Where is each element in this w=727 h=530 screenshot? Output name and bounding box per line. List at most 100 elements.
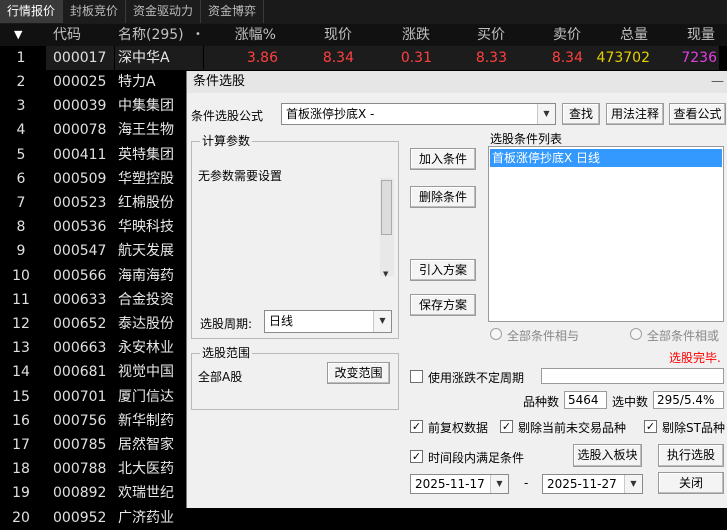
stock-name: 欢瑞世纪 (118, 485, 174, 502)
col-price[interactable]: 现价 (300, 24, 352, 46)
stock-name: 永安林业 (118, 340, 174, 357)
chevron-down-icon[interactable]: ▼ (537, 104, 555, 124)
last-price: 8.34 (280, 46, 356, 70)
total-volume: 473702 (585, 46, 652, 70)
stock-name: 英特集团 (118, 146, 174, 163)
formula-select[interactable]: 首板涨停抄底X - ▼ (281, 103, 556, 125)
usage-notes-button[interactable]: 用法注释 (606, 103, 664, 125)
date-to-value: 2025-11-27 (547, 477, 617, 491)
use-uncertain-period-checkbox[interactable] (410, 370, 423, 383)
count-value: 5464 (564, 391, 607, 409)
stock-name: 红棉股份 (118, 195, 174, 211)
condition-list[interactable]: 首板涨停抄底X 日线 (488, 146, 724, 322)
to-block-button[interactable]: 选股入板块 (573, 444, 642, 467)
remove-suspended-checkbox[interactable]: ✓ (500, 420, 513, 433)
dialog-close-icon[interactable]: — (711, 71, 724, 93)
col-code[interactable]: 代码 (53, 24, 81, 46)
save-plan-button[interactable]: 保存方案 (410, 294, 476, 316)
chevron-down-icon[interactable]: ▼ (373, 311, 391, 332)
stock-code: 000756 (53, 412, 107, 429)
tab-fund-drive[interactable]: 资金驱动力 (126, 0, 201, 23)
restore-rights-checkbox[interactable]: ✓ (410, 420, 423, 433)
period-select[interactable]: 日线 ▼ (264, 310, 392, 333)
delete-condition-button[interactable]: 删除条件 (410, 186, 476, 208)
stock-code: 000788 (53, 461, 107, 478)
close-button[interactable]: 关闭 (658, 472, 724, 494)
stock-code: 000633 (53, 291, 107, 308)
or-radio-label: 全部条件相或 (647, 329, 720, 343)
scroll-down-icon[interactable]: ▼ (383, 270, 388, 278)
col-now-volume[interactable]: 现量 (670, 24, 715, 46)
scroll-thumb[interactable] (381, 180, 392, 235)
stock-name: 合金投资 (118, 291, 174, 308)
condition-stock-dialog: 条件选股 — 条件选股公式 首板涨停抄底X - ▼ 查找 用法注释 查看公式 计… (186, 71, 727, 508)
stock-name: 新华制药 (118, 412, 174, 429)
tab-fund-game[interactable]: 资金博弈 (201, 0, 264, 23)
stock-code: 000536 (53, 219, 107, 236)
and-radio-label: 全部条件相与 (507, 329, 580, 343)
table-row[interactable]: 20 000952 广济药业 (0, 506, 727, 530)
stock-name: 居然智家 (118, 437, 174, 453)
use-uncertain-period-label: 使用涨跌不定周期 (428, 371, 525, 385)
remove-st-checkbox[interactable]: ✓ (644, 420, 657, 433)
params-group: 计算参数 无参数需要设置 ▼ 选股周期: 日线 ▼ (191, 134, 399, 339)
stock-name: 特力A (118, 74, 156, 90)
row-number: 8 (16, 219, 26, 236)
stock-code: 000509 (53, 170, 107, 187)
find-button[interactable]: 查找 (562, 103, 600, 125)
stock-name: 海南海药 (118, 267, 174, 284)
stock-code: 000652 (53, 316, 107, 332)
row-number: 20 (12, 509, 30, 526)
stock-name: 海王生物 (118, 122, 174, 139)
row-number: 5 (16, 146, 26, 163)
col-name[interactable]: 名称(295) (118, 24, 184, 46)
table-row[interactable]: 1 000017 深中华A 3.86 8.34 0.31 8.33 8.34 4… (0, 46, 727, 70)
row-number: 18 (12, 461, 30, 478)
col-volume[interactable]: 总量 (600, 24, 648, 46)
and-radio[interactable] (490, 328, 502, 340)
current-volume: 7236 (652, 46, 719, 70)
stock-name: 华塑控股 (118, 170, 174, 187)
row-number: 2 (16, 74, 26, 90)
time-period-checkbox[interactable]: ✓ (410, 450, 423, 463)
col-ask[interactable]: 卖价 (534, 24, 581, 46)
stock-name: 深中华A (115, 46, 203, 70)
date-to-picker[interactable]: 2025-11-27 ▼ (542, 474, 643, 494)
chevron-down-icon[interactable]: ▼ (624, 475, 642, 493)
tab-seal-auction[interactable]: 封板竞价 (63, 0, 126, 23)
col-pct[interactable]: 涨幅% (220, 24, 276, 46)
ask-price: 8.34 (509, 46, 585, 70)
sort-marker-icon[interactable]: ▼ (14, 24, 22, 46)
import-plan-button[interactable]: 引入方案 (410, 259, 476, 281)
bid-price: 8.33 (434, 46, 509, 70)
run-selection-button[interactable]: 执行选股 (658, 444, 724, 467)
change-range-button[interactable]: 改变范围 (327, 362, 390, 384)
row-number: 1 (16, 50, 26, 66)
row-number: 6 (16, 170, 26, 187)
dialog-titlebar[interactable]: 条件选股 — (187, 71, 727, 93)
row-number: 15 (12, 388, 30, 405)
remove-suspended-label: 剔除当前未交易品种 (518, 421, 627, 435)
params-scrollbar[interactable]: ▼ (380, 178, 394, 278)
col-change[interactable]: 涨跌 (380, 24, 430, 46)
stock-name: 华映科技 (118, 219, 174, 236)
params-text: 无参数需要设置 (198, 169, 283, 183)
list-item[interactable]: 首板涨停抄底X 日线 (490, 149, 722, 167)
stock-code: 000078 (53, 122, 107, 139)
chevron-down-icon[interactable]: ▼ (490, 475, 508, 493)
col-bid[interactable]: 买价 (456, 24, 505, 46)
stock-code: 000025 (53, 74, 107, 90)
or-radio[interactable] (630, 328, 642, 340)
status-text: 选股完毕. (669, 351, 721, 365)
stock-name: 北大医药 (118, 461, 174, 478)
tab-quotes[interactable]: 行情报价 (0, 0, 63, 23)
stock-name: 中集集团 (118, 98, 174, 115)
add-condition-button[interactable]: 加入条件 (410, 148, 476, 170)
date-from-picker[interactable]: 2025-11-17 ▼ (410, 474, 509, 494)
date-from-value: 2025-11-17 (415, 477, 485, 491)
view-formula-button[interactable]: 查看公式 (669, 103, 726, 125)
uncertain-period-field[interactable] (541, 368, 724, 384)
params-title: 计算参数 (200, 134, 253, 148)
pct-change: 3.86 (204, 46, 280, 70)
row-number: 13 (12, 340, 30, 357)
